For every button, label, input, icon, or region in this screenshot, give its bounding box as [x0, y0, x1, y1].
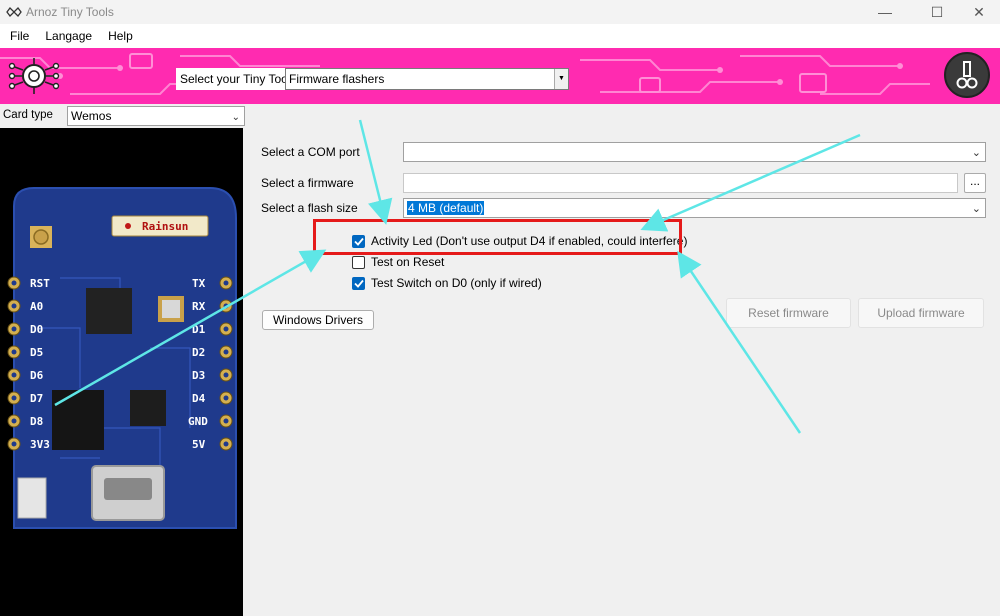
pin-label-right: RX — [192, 300, 206, 313]
tiny-tool-label: Select your Tiny Tool — [176, 68, 295, 90]
flash-size-value: 4 MB (default) — [407, 201, 485, 215]
pin-label-left: RST — [30, 277, 50, 290]
pin-label-right: D4 — [192, 392, 206, 405]
com-port-select[interactable]: ⌄ — [403, 142, 986, 162]
test-switch-label: Test Switch on D0 (only if wired) — [371, 276, 542, 290]
test-on-reset-checkbox[interactable] — [352, 255, 365, 269]
pin-label-left: D6 — [30, 369, 44, 382]
menu-bar: File Langage Help — [0, 24, 1000, 48]
chevron-down-icon[interactable]: ⌄ — [972, 144, 981, 162]
annotation-arrow — [358, 119, 393, 225]
flash-size-label: Select a flash size — [261, 201, 358, 215]
menu-help[interactable]: Help — [100, 24, 141, 48]
tiny-tool-select-value: Firmware flashers — [289, 72, 385, 86]
card-type-row: Card type Wemos ⌄ — [0, 106, 245, 126]
windows-drivers-button[interactable]: Windows Drivers — [262, 310, 374, 330]
header-banner: Select your Tiny Tool Firmware flashers … — [0, 48, 1000, 104]
pin-label-right: D1 — [192, 323, 206, 336]
pin-label-left: D7 — [30, 392, 43, 405]
pin-label-left: D0 — [30, 323, 43, 336]
brain-logo-icon — [8, 56, 60, 96]
flash-size-select[interactable]: 4 MB (default) ⌄ — [403, 198, 986, 218]
com-port-label: Select a COM port — [261, 145, 360, 159]
card-type-label: Card type — [3, 109, 53, 121]
test-on-reset-checkbox-row[interactable]: Test on Reset — [352, 255, 444, 269]
annotation-highlight-box — [313, 219, 682, 255]
firmware-path-input[interactable] — [403, 173, 958, 193]
card-type-select[interactable]: Wemos ⌄ — [67, 106, 245, 126]
flask-icon[interactable] — [944, 52, 990, 98]
window-title: Arnoz Tiny Tools — [26, 5, 114, 19]
pin-label-right: TX — [192, 277, 206, 290]
minimize-button[interactable]: — — [862, 0, 908, 24]
app-logo-icon — [6, 5, 22, 19]
maximize-button[interactable]: ☐ — [914, 0, 960, 24]
annotation-arrow — [677, 250, 802, 434]
reset-firmware-button[interactable]: Reset firmware — [726, 298, 851, 328]
pin-label-left: A0 — [30, 300, 43, 313]
pin-label-left: D8 — [30, 415, 43, 428]
test-switch-checkbox[interactable] — [352, 276, 365, 290]
pin-label-left: D5 — [30, 346, 43, 359]
test-switch-checkbox-row[interactable]: Test Switch on D0 (only if wired) — [352, 276, 542, 290]
title-bar: Arnoz Tiny Tools — ☐ ✕ — [0, 0, 1000, 24]
board-image: Rainsun RST A0 D0 D5 D6 D7 D8 3V3 TX RX … — [0, 128, 243, 616]
menu-langage[interactable]: Langage — [37, 24, 100, 48]
chevron-down-icon[interactable]: ⌄ — [232, 109, 240, 127]
pin-label-right: D3 — [192, 369, 205, 382]
menu-file[interactable]: File — [0, 24, 37, 48]
chevron-down-icon[interactable]: ⌄ — [972, 200, 981, 218]
board-brand-text: Rainsun — [142, 220, 188, 233]
pin-label-right: D2 — [192, 346, 205, 359]
upload-firmware-button[interactable]: Upload firmware — [858, 298, 984, 328]
pin-label-right: GND — [188, 415, 208, 428]
browse-button[interactable]: ... — [964, 173, 986, 193]
firmware-label: Select a firmware — [261, 176, 354, 190]
tiny-tool-select[interactable]: Firmware flashers ▼ — [285, 68, 569, 90]
pin-label-left: 3V3 — [30, 438, 50, 451]
card-type-value: Wemos — [71, 109, 112, 123]
pin-label-right: 5V — [192, 438, 206, 451]
close-button[interactable]: ✕ — [956, 0, 1000, 24]
dropdown-arrow-icon[interactable]: ▼ — [554, 69, 568, 89]
test-on-reset-label: Test on Reset — [371, 255, 445, 269]
